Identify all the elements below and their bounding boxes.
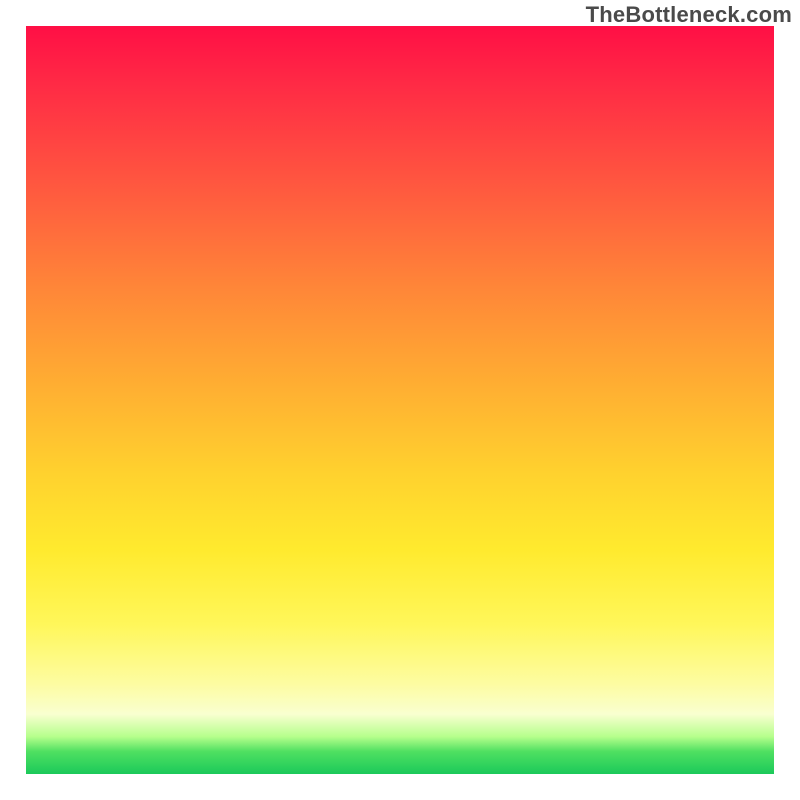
plot-area xyxy=(26,26,774,774)
chart-container: TheBottleneck.com xyxy=(0,0,800,800)
watermark-text: TheBottleneck.com xyxy=(586,2,792,28)
gradient-background xyxy=(26,26,774,774)
